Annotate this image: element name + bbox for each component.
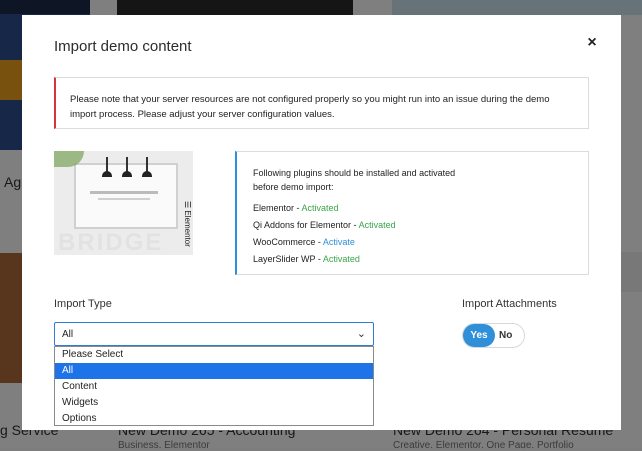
preview-lamp xyxy=(102,171,112,177)
import-type-option[interactable]: Content xyxy=(55,379,373,395)
import-demo-modal: Import demo content × Please note that y… xyxy=(22,15,621,430)
import-type-value: All xyxy=(62,329,74,340)
import-type-option[interactable]: Widgets xyxy=(55,395,373,411)
plugin-row: Qi Addons for Elementor - Activated xyxy=(253,217,588,234)
plugin-name: Qi Addons for Elementor - xyxy=(253,220,359,230)
demo-preview-image: BRIDGE xyxy=(54,151,193,255)
server-notice-text: Please note that your server resources a… xyxy=(70,94,550,120)
plugin-row: LayerSlider WP - Activated xyxy=(253,251,588,268)
preview-brand-text: BRIDGE xyxy=(58,229,164,255)
plugin-name: Elementor - xyxy=(253,203,302,213)
preview-lamp xyxy=(122,171,132,177)
chevron-down-icon: ⌄ xyxy=(356,328,366,340)
required-plugins-box: Following plugins should be installed an… xyxy=(235,151,589,275)
import-attachments-label: Import Attachments xyxy=(462,298,557,310)
elementor-label: ☰ Elementor xyxy=(183,201,192,247)
import-type-option[interactable]: Please Select xyxy=(55,347,373,363)
plugin-name: WooCommerce - xyxy=(253,237,323,247)
plugin-name: LayerSlider WP - xyxy=(253,254,323,264)
preview-text-line xyxy=(90,191,158,194)
close-icon[interactable]: × xyxy=(583,34,601,52)
plugin-status: Activated xyxy=(322,254,360,264)
import-attachments-toggle[interactable]: Yes No xyxy=(462,323,525,348)
plugin-row: WooCommerce - Activate xyxy=(253,234,588,251)
elementor-label-text: Elementor xyxy=(183,210,192,247)
server-notice: Please note that your server resources a… xyxy=(54,77,589,129)
import-type-option[interactable]: Options xyxy=(55,411,373,427)
attachments-no-button[interactable]: No xyxy=(499,324,512,347)
activate-plugin-link[interactable]: Activate xyxy=(323,237,355,247)
attachments-yes-button[interactable]: Yes xyxy=(463,324,495,347)
preview-text-line xyxy=(98,198,150,200)
modal-title: Import demo content xyxy=(54,38,192,55)
preview-lamp xyxy=(142,171,152,177)
plugins-intro: Following plugins should be installed an… xyxy=(253,168,456,192)
plugin-row: Elementor - Activated xyxy=(253,200,588,217)
plugin-status: Activated xyxy=(358,220,396,230)
import-type-dropdown: Please Select All Content Widgets Option… xyxy=(54,346,374,426)
import-type-select[interactable]: All ⌄ xyxy=(54,322,374,346)
import-type-option-selected[interactable]: All xyxy=(55,363,373,379)
import-type-label: Import Type xyxy=(54,298,112,310)
plugin-status: Activated xyxy=(301,203,339,213)
elementor-logo-icon: ☰ xyxy=(183,201,192,209)
